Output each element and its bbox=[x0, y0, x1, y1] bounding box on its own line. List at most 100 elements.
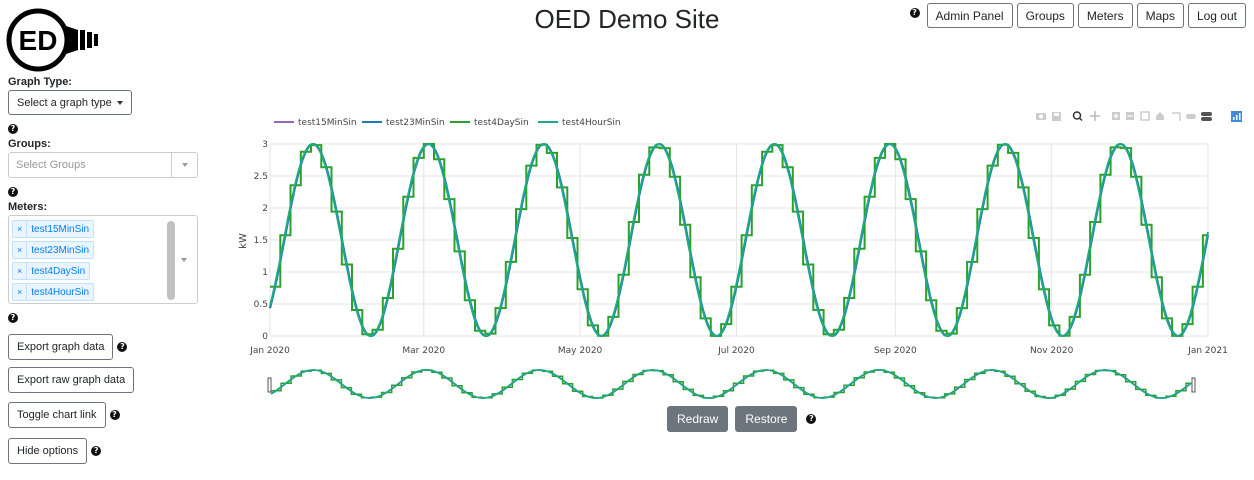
y-axis: 0 0.5 1 1.5 2 2.5 3 bbox=[254, 140, 269, 342]
zoom-icon[interactable] bbox=[1072, 111, 1083, 122]
save-icon[interactable] bbox=[1052, 112, 1061, 121]
export-raw-data-button[interactable]: Export raw graph data bbox=[8, 367, 135, 393]
help-icon[interactable]: ? bbox=[806, 414, 817, 424]
meter-tag: × test23MinSin bbox=[12, 241, 95, 259]
export-graph-row: Export graph data ? bbox=[8, 334, 128, 360]
oed-logo: ED bbox=[6, 8, 98, 72]
help-icon[interactable]: ? bbox=[909, 7, 920, 18]
x-tick-label: Sep 2020 bbox=[874, 346, 917, 356]
y-tick-label: 0 bbox=[262, 332, 268, 342]
y-tick-label: 1 bbox=[262, 268, 268, 278]
legend-label: test4DaySin bbox=[474, 118, 529, 128]
hide-options-button[interactable]: Hide options bbox=[8, 438, 88, 464]
groups-placeholder: Select Groups bbox=[16, 159, 86, 171]
slider-series-test4DaySin bbox=[271, 369, 1191, 399]
maps-button[interactable]: Maps bbox=[1136, 3, 1184, 28]
x-tick-label: Jan 2020 bbox=[249, 346, 290, 356]
chart-controls: Redraw Restore ? bbox=[667, 406, 817, 432]
restore-button[interactable]: Restore bbox=[735, 406, 798, 432]
autoscale-icon[interactable] bbox=[1140, 111, 1150, 121]
groups-button[interactable]: Groups bbox=[1016, 3, 1074, 28]
logo-text: ED bbox=[19, 25, 58, 56]
dropdown-arrow-icon[interactable] bbox=[171, 216, 197, 303]
admin-panel-button[interactable]: Admin Panel bbox=[926, 3, 1013, 28]
chart-legend: test15MinSin test23MinSin test4DaySin test4… bbox=[274, 118, 621, 128]
y-tick-label: 3 bbox=[262, 140, 268, 150]
x-tick-label: Mar 2020 bbox=[402, 346, 445, 356]
x-tick-label: Jan 2021 bbox=[1187, 346, 1228, 356]
remove-tag-icon[interactable]: × bbox=[13, 221, 28, 237]
chevron-down-icon bbox=[116, 100, 123, 105]
hover-compare-icon[interactable] bbox=[1201, 112, 1212, 121]
meter-tag: × test4HourSin bbox=[12, 283, 95, 301]
help-icon[interactable]: ? bbox=[8, 313, 18, 323]
help-icon[interactable]: ? bbox=[109, 410, 120, 420]
help-icon[interactable]: ? bbox=[91, 446, 102, 456]
reset-axes-icon[interactable] bbox=[1156, 112, 1164, 120]
zoom-out-icon[interactable] bbox=[1126, 112, 1134, 120]
y-tick-label: 0.5 bbox=[254, 300, 268, 310]
spike-lines-icon[interactable] bbox=[1172, 112, 1181, 121]
y-axis-label: kW bbox=[238, 233, 249, 249]
legend-label: test15MinSin bbox=[298, 118, 357, 128]
help-icon[interactable]: ? bbox=[8, 187, 18, 197]
slider-series-test23MinSin bbox=[270, 369, 1192, 399]
meter-tag-label: test15MinSin bbox=[31, 223, 90, 235]
export-raw-row: Export raw graph data bbox=[8, 367, 135, 393]
legend-item[interactable]: test15MinSin bbox=[274, 118, 357, 128]
toggle-chart-link-button[interactable]: Toggle chart link bbox=[8, 402, 106, 428]
hover-closest-icon[interactable] bbox=[1186, 114, 1196, 119]
chart-grid bbox=[269, 143, 1209, 337]
range-slider[interactable] bbox=[267, 369, 1196, 399]
remove-tag-icon[interactable]: × bbox=[13, 242, 28, 258]
line-chart[interactable]: test15MinSin test23MinSin test4DaySin test4… bbox=[210, 100, 1250, 400]
x-tick-label: May 2020 bbox=[558, 346, 603, 356]
y-tick-label: 1.5 bbox=[254, 236, 268, 246]
page-title-text: OED Demo Site bbox=[534, 4, 720, 34]
y-tick-label: 2 bbox=[262, 204, 268, 214]
graph-type-dropdown-label: Select a graph type bbox=[17, 96, 112, 109]
meter-tag: × test15MinSin bbox=[12, 220, 95, 238]
export-graph-data-button[interactable]: Export graph data bbox=[8, 334, 114, 360]
help-icon[interactable]: ? bbox=[8, 124, 18, 134]
meter-tag: × test4DaySin bbox=[12, 262, 91, 280]
y-tick-label: 2.5 bbox=[254, 172, 268, 182]
meters-select[interactable]: × test15MinSin × test23MinSin × test4DaySin… bbox=[8, 215, 198, 304]
camera-icon[interactable] bbox=[1036, 113, 1046, 120]
x-axis: Jan 2020 Mar 2020 May 2020 Jul 2020 Sep 2020… bbox=[249, 346, 1228, 356]
slider-series-test15MinSin bbox=[270, 369, 1192, 399]
remove-tag-icon[interactable]: × bbox=[13, 284, 28, 300]
meter-tag-label: test23MinSin bbox=[31, 244, 90, 256]
legend-item[interactable]: test4HourSin bbox=[538, 118, 621, 128]
legend-label: test4HourSin bbox=[562, 118, 621, 128]
groups-label: Groups: bbox=[8, 138, 51, 150]
meters-label: Meters: bbox=[8, 201, 48, 213]
x-tick-label: Jul 2020 bbox=[717, 346, 755, 356]
meters-button[interactable]: Meters bbox=[1077, 3, 1133, 28]
legend-item[interactable]: test23MinSin bbox=[362, 118, 445, 128]
help-icon[interactable]: ? bbox=[117, 342, 128, 352]
meter-tag-label: test4DaySin bbox=[31, 265, 86, 277]
logout-button[interactable]: Log out bbox=[1187, 3, 1246, 28]
groups-select[interactable]: Select Groups bbox=[8, 152, 198, 178]
dropdown-arrow-icon[interactable] bbox=[171, 153, 197, 177]
pan-icon[interactable] bbox=[1090, 111, 1100, 121]
chart-modebar bbox=[1036, 111, 1242, 122]
graph-type-label: Graph Type: bbox=[8, 76, 72, 88]
toggle-link-row: Toggle chart link ? bbox=[8, 402, 120, 428]
zoom-in-icon[interactable] bbox=[1112, 112, 1120, 120]
slider-left-handle[interactable] bbox=[267, 377, 272, 393]
plotly-logo-icon[interactable] bbox=[1231, 111, 1242, 122]
slider-right-handle[interactable] bbox=[1191, 377, 1196, 393]
options-sidebar: Graph Type: Select a graph type ? Groups… bbox=[8, 76, 203, 323]
legend-label: test23MinSin bbox=[386, 118, 445, 128]
legend-item[interactable]: test4DaySin bbox=[450, 118, 529, 128]
hide-options-row: Hide options ? bbox=[8, 438, 102, 464]
meter-tag-label: test4HourSin bbox=[31, 286, 90, 298]
remove-tag-icon[interactable]: × bbox=[13, 263, 28, 279]
x-tick-label: Nov 2020 bbox=[1030, 346, 1074, 356]
slider-series-test4HourSin bbox=[270, 369, 1192, 399]
top-nav: ? Admin Panel Groups Meters Maps Log out bbox=[909, 3, 1246, 28]
graph-type-dropdown[interactable]: Select a graph type bbox=[8, 90, 132, 115]
redraw-button[interactable]: Redraw bbox=[667, 406, 729, 432]
